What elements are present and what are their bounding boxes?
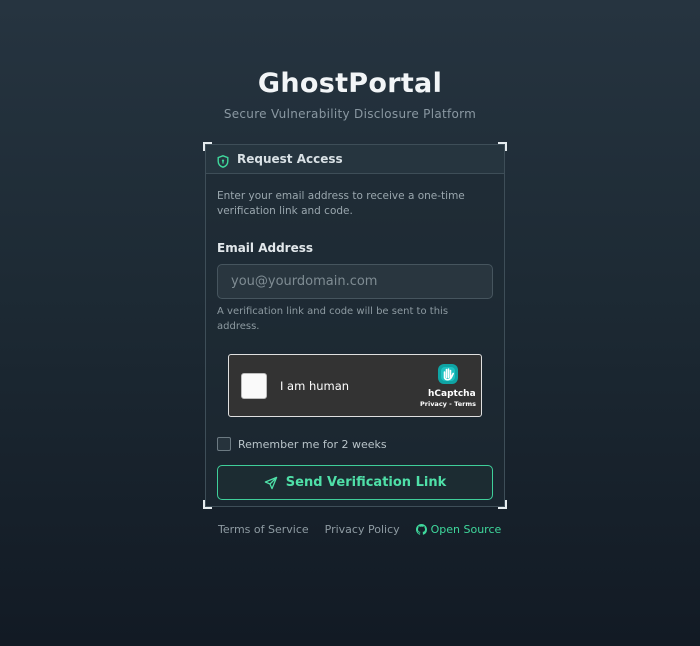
- remember-me-checkbox[interactable]: [217, 437, 231, 451]
- email-label: Email Address: [217, 241, 314, 255]
- hcaptcha-logo: hCaptcha Privacy - Terms: [420, 362, 476, 408]
- open-source-label: Open Source: [430, 523, 502, 536]
- card-title: Request Access: [237, 152, 343, 166]
- request-access-card: Request Access Enter your email address …: [203, 142, 507, 509]
- corner-bracket: [498, 500, 507, 509]
- footer-links: Terms of Service Privacy Policy Open Sou…: [218, 523, 501, 536]
- page-subtitle: Secure Vulnerability Disclosure Platform: [223, 107, 477, 121]
- card-header: Request Access: [206, 145, 504, 174]
- captcha-privacy-terms-link[interactable]: Privacy - Terms: [420, 400, 476, 408]
- corner-bracket: [498, 142, 507, 151]
- remember-me-row[interactable]: Remember me for 2 weeks: [217, 437, 493, 451]
- hcaptcha-widget: I am human hCaptcha Privacy - Terms: [228, 354, 482, 417]
- corner-bracket: [203, 500, 212, 509]
- privacy-policy-link[interactable]: Privacy Policy: [325, 523, 400, 536]
- shield-icon: [217, 153, 229, 168]
- hcaptcha-hand-icon: [438, 364, 458, 384]
- captcha-checkbox[interactable]: [241, 373, 267, 399]
- send-icon: [264, 476, 278, 489]
- page-header: GhostPortal Secure Vulnerability Disclos…: [0, 66, 700, 121]
- card-body: Enter your email address to receive a on…: [206, 174, 504, 500]
- email-field[interactable]: [217, 264, 493, 299]
- card-description: Enter your email address to receive a on…: [217, 190, 465, 217]
- terms-of-service-link[interactable]: Terms of Service: [218, 523, 309, 536]
- captcha-label: I am human: [280, 379, 350, 393]
- corner-bracket: [203, 142, 212, 151]
- send-verification-link-button[interactable]: Send Verification Link: [217, 465, 493, 500]
- github-icon: [415, 524, 427, 535]
- send-button-label: Send Verification Link: [285, 475, 447, 490]
- page-title: GhostPortal: [257, 68, 443, 99]
- captcha-brand: hCaptcha: [428, 389, 476, 399]
- email-hint: A verification link and code will be sen…: [217, 306, 449, 332]
- open-source-link[interactable]: Open Source: [415, 523, 502, 536]
- remember-me-label[interactable]: Remember me for 2 weeks: [238, 438, 387, 451]
